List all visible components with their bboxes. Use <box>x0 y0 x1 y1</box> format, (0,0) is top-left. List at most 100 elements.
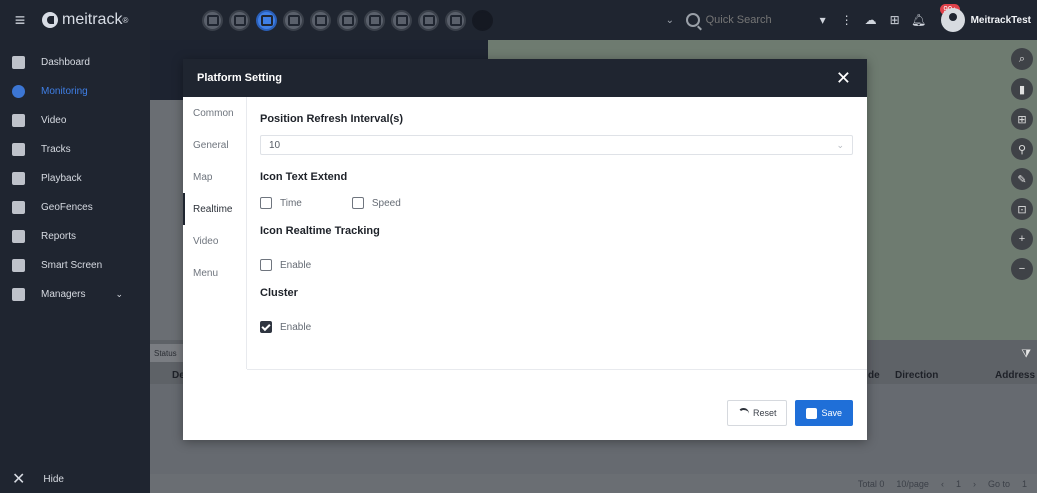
dialog-title: Platform Setting <box>197 72 282 84</box>
dialog-footer: Reset Save <box>726 400 853 426</box>
time-checkbox[interactable]: Time <box>260 197 302 209</box>
search-input[interactable] <box>705 14 786 26</box>
close-icon[interactable]: ✕ <box>836 69 851 87</box>
brand-logo: meitrack ® <box>42 11 178 29</box>
close-icon: ✕ <box>12 471 26 488</box>
checkbox-box-checked[interactable] <box>260 321 272 333</box>
pagination-total: Total 0 <box>857 479 885 489</box>
zoom-out-icon[interactable]: − <box>1011 258 1033 280</box>
map-search-icon[interactable]: ⌕ <box>1011 48 1033 70</box>
cluster-enable-checkbox[interactable]: Enable <box>260 321 311 333</box>
user-app-icon[interactable] <box>364 9 385 31</box>
quick-search[interactable]: ⌄ <box>666 7 801 33</box>
tab-menu[interactable]: Menu <box>183 257 246 289</box>
sidebar-item-video[interactable]: Video <box>0 106 150 135</box>
sidebar-item-smart-screen[interactable]: Smart Screen <box>0 251 150 280</box>
checkbox-box[interactable] <box>260 259 272 271</box>
chevron-down-icon: ⌄ <box>115 289 124 299</box>
brand-name: meitrack <box>62 11 123 28</box>
settings-tab-list: Common General Map Realtime Video Menu <box>183 97 247 369</box>
map-draw-icon[interactable]: ✎ <box>1011 168 1033 190</box>
goto-label: Go to <box>987 479 1010 489</box>
more-vertical-icon[interactable]: ⋮ <box>836 9 858 31</box>
sidebar-item-dashboard[interactable]: Dashboard <box>0 48 150 77</box>
dashboard-app-icon[interactable] <box>229 9 250 31</box>
avatar[interactable] <box>940 8 965 32</box>
dialog-header: Platform Setting ✕ <box>183 59 867 97</box>
tab-realtime[interactable]: Realtime <box>183 193 246 225</box>
tab-map[interactable]: Map <box>183 161 246 193</box>
prev-page-icon[interactable]: ‹ <box>941 479 944 489</box>
sidebar-item-playback[interactable]: Playback <box>0 164 150 193</box>
sidebar-item-label: Playback <box>41 173 82 184</box>
reports-icon <box>12 230 25 243</box>
screen-app-icon[interactable] <box>202 9 223 31</box>
cluster-enable-label: Enable <box>280 321 312 333</box>
time-label: Time <box>280 197 302 209</box>
username[interactable]: MeitrackTest <box>971 15 1031 26</box>
card-app-icon[interactable] <box>418 9 439 31</box>
sidebar-item-geofences[interactable]: GeoFences <box>0 193 150 222</box>
tracking-enable-label: Enable <box>280 259 312 271</box>
tracks-app-icon[interactable] <box>310 9 331 31</box>
reset-button[interactable]: Reset <box>726 400 788 426</box>
filter-icon[interactable]: ⧩ <box>1021 348 1031 361</box>
bell-icon[interactable]: 🔔︎ <box>908 9 930 31</box>
sidebar: Dashboard Monitoring Video Tracks Playba… <box>0 40 150 493</box>
sidebar-item-managers[interactable]: Managers ⌄ <box>0 280 150 309</box>
column-header-direction[interactable]: Direction <box>895 370 938 381</box>
current-page[interactable]: 1 <box>956 479 961 489</box>
tracking-options: Enable <box>260 259 853 271</box>
realtime-settings: Position Refresh Interval(s) 10 ⌄ Icon T… <box>260 97 853 333</box>
video-app-icon[interactable] <box>283 9 304 31</box>
goto-input[interactable]: 1 <box>1022 479 1027 489</box>
sidebar-item-monitoring[interactable]: Monitoring <box>0 77 150 106</box>
hide-label: Hide <box>43 473 64 485</box>
calendar-app-icon[interactable] <box>445 9 466 31</box>
fullscreen-icon[interactable]: ⊞ <box>884 9 906 31</box>
map-layers-icon[interactable]: ▮ <box>1011 78 1033 100</box>
undo-icon <box>737 407 749 419</box>
tab-common[interactable]: Common <box>183 97 246 129</box>
search-scope-chevron-icon[interactable]: ⌄ <box>666 15 686 26</box>
cloud-icon[interactable]: ☁ <box>860 9 882 31</box>
dropdown-chevron-icon[interactable]: ▾ <box>812 9 834 31</box>
sidebar-item-tracks[interactable]: Tracks <box>0 135 150 164</box>
menu-icon[interactable]: ≡ <box>0 0 40 40</box>
tracking-enable-checkbox[interactable]: Enable <box>260 259 311 271</box>
checkbox-box[interactable] <box>351 197 364 209</box>
icon-text-options: Time Speed <box>260 197 853 209</box>
save-icon <box>806 407 818 419</box>
sidebar-item-label: Video <box>41 115 67 126</box>
playback-app-icon[interactable] <box>337 9 358 31</box>
platform-setting-dialog: Platform Setting ✕ Common General Map Re… <box>183 59 867 440</box>
map-ruler-icon[interactable]: ⊞ <box>1011 108 1033 130</box>
map-zoom-area-icon[interactable]: ⊡ <box>1011 198 1033 220</box>
hide-sidebar-button[interactable]: ✕ Hide <box>0 465 64 493</box>
refresh-interval-title: Position Refresh Interval(s) <box>260 113 404 125</box>
next-page-icon[interactable]: › <box>973 479 976 489</box>
refresh-interval-select[interactable]: 10 ⌄ <box>260 135 853 155</box>
save-button[interactable]: Save <box>795 400 853 426</box>
vehicle-app-icon[interactable] <box>391 9 412 31</box>
column-header-address[interactable]: Address <box>995 370 1035 381</box>
monitoring-app-icon[interactable] <box>256 9 277 31</box>
tab-video[interactable]: Video <box>183 225 246 257</box>
geofence-icon <box>12 201 25 214</box>
sidebar-item-reports[interactable]: Reports <box>0 222 150 251</box>
page-size-select[interactable]: 10/page <box>896 479 929 489</box>
cluster-title: Cluster <box>260 287 298 299</box>
app-launcher-bar <box>202 9 493 31</box>
map-toolbar: ⌕ ▮ ⊞ ⚲ ✎ ⊡ + − <box>1007 48 1037 280</box>
smart-screen-icon <box>12 259 25 272</box>
tab-general[interactable]: General <box>183 129 246 161</box>
sidebar-item-label: Reports <box>41 231 77 242</box>
checkbox-box[interactable] <box>260 197 272 209</box>
more-app-icon[interactable] <box>472 9 493 31</box>
zoom-in-icon[interactable]: + <box>1011 228 1033 250</box>
speed-checkbox[interactable]: Speed <box>351 197 401 209</box>
video-icon <box>12 114 25 127</box>
map-pin-icon[interactable]: ⚲ <box>1011 138 1033 160</box>
cluster-options: Enable <box>260 321 853 333</box>
column-header-de-right[interactable]: de <box>868 370 880 381</box>
